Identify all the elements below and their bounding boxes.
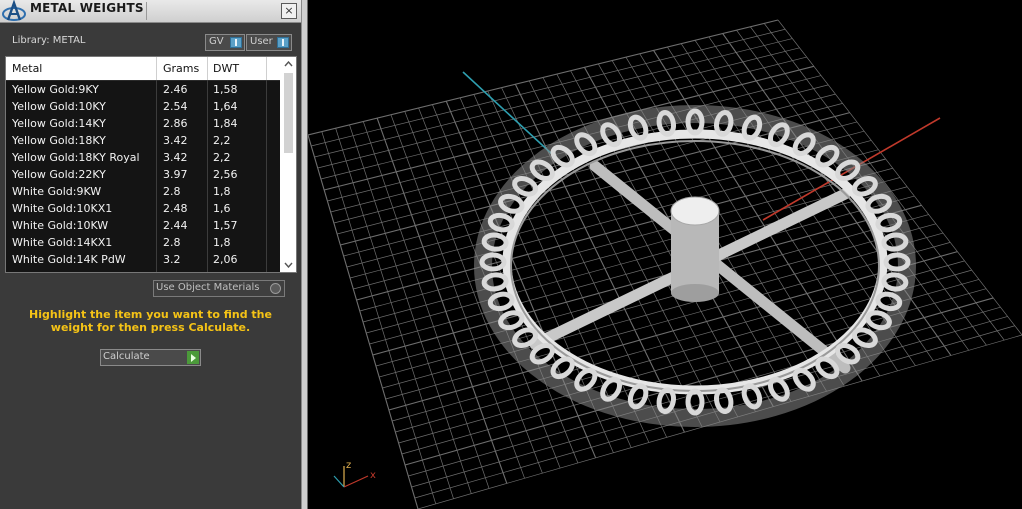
table-row[interactable]: White Gold:14K PdW 3.2 2,06: [6, 251, 280, 269]
cell-dwt: 1,8: [213, 236, 231, 249]
column-header-dwt[interactable]: DWT: [213, 62, 239, 75]
cell-metal: Yellow Gold:9KY: [12, 83, 99, 96]
cell-metal: White Gold:10KX1: [12, 202, 113, 215]
panel-title: METAL WEIGHTS: [30, 1, 144, 15]
center-post-base: [671, 284, 719, 302]
use-object-materials-option[interactable]: Use Object Materials: [153, 280, 285, 297]
column-header-metal[interactable]: Metal: [12, 62, 42, 75]
cell-metal: White Gold:10KW: [12, 219, 109, 232]
viewport-scene: zx: [308, 0, 1022, 509]
table-row[interactable]: White Gold:10KX1 2.48 1,6: [6, 200, 280, 218]
table-row[interactable]: White Gold:14KW 3.40 1,0: [6, 268, 280, 272]
3d-viewport[interactable]: zx: [308, 0, 1022, 509]
panel-titlebar[interactable]: METAL WEIGHTS ×: [0, 0, 301, 23]
cell-dwt: 1,8: [213, 185, 231, 198]
header-divider: [266, 57, 267, 80]
table-row[interactable]: White Gold:14KX1 2.8 1,8: [6, 234, 280, 252]
user-toggle-knob-icon: [277, 37, 289, 48]
table-row[interactable]: Yellow Gold:14KY 2.86 1,84: [6, 115, 280, 133]
cell-metal: White Gold:14KX1: [12, 236, 113, 249]
cell-metal: Yellow Gold:10KY: [12, 100, 106, 113]
calculate-dropdown[interactable]: Calculate: [100, 349, 201, 366]
cell-grams: 2.48: [163, 202, 188, 215]
cell-grams: 3.2: [163, 253, 181, 266]
cell-dwt: 1,0: [213, 270, 231, 272]
column-header-grams[interactable]: Grams: [163, 62, 199, 75]
header-divider: [207, 57, 208, 80]
calculate-label: Calculate: [103, 351, 150, 362]
app-logo-icon: [2, 0, 26, 21]
gv-toggle-knob-icon: [230, 37, 242, 48]
instruction-text: Highlight the item you want to find the …: [29, 308, 272, 334]
cell-dwt: 2,06: [213, 253, 238, 266]
table-row[interactable]: Yellow Gold:9KY 2.46 1,58: [6, 81, 280, 99]
column-divider: [156, 80, 157, 272]
user-toggle[interactable]: User: [246, 34, 292, 51]
cell-grams: 2.46: [163, 83, 188, 96]
cell-metal: White Gold:14KW: [12, 270, 108, 272]
cell-metal: White Gold:14K PdW: [12, 253, 126, 266]
cell-dwt: 1,57: [213, 219, 238, 232]
cell-dwt: 2,2: [213, 134, 231, 147]
cell-dwt: 2,56: [213, 168, 238, 181]
cell-metal: Yellow Gold:18KY Royal: [12, 151, 140, 164]
cell-metal: Yellow Gold:14KY: [12, 117, 106, 130]
metal-table: Metal Grams DWT Yellow Gold:9KY 2.46 1,58 Y…: [5, 56, 297, 273]
metal-weights-panel: METAL WEIGHTS × Library: METAL GV User M…: [0, 0, 301, 509]
gv-toggle[interactable]: GV: [205, 34, 245, 51]
table-row[interactable]: Yellow Gold:22KY 3.97 2,56: [6, 166, 280, 184]
column-divider: [207, 80, 208, 272]
header-divider: [156, 57, 157, 80]
cell-dwt: 1,84: [213, 117, 238, 130]
table-row[interactable]: Yellow Gold:10KY 2.54 1,64: [6, 98, 280, 116]
table-scrollbar[interactable]: [280, 57, 296, 272]
cell-metal: White Gold:9KW: [12, 185, 102, 198]
gv-toggle-label: GV: [209, 36, 224, 47]
panel-splitter[interactable]: [301, 0, 308, 509]
radio-icon: [270, 283, 281, 294]
cell-dwt: 1,64: [213, 100, 238, 113]
library-label: Library: METAL: [12, 35, 86, 46]
cell-metal: Yellow Gold:18KY: [12, 134, 106, 147]
title-separator: [146, 2, 147, 20]
column-divider: [266, 80, 267, 272]
cell-metal: Yellow Gold:22KY: [12, 168, 106, 181]
scroll-down-icon[interactable]: [284, 262, 293, 268]
cell-grams: 3.42: [163, 151, 188, 164]
cell-grams: 2.86: [163, 117, 188, 130]
table-row[interactable]: Yellow Gold:18KY 3.42 2,2: [6, 132, 280, 150]
close-button[interactable]: ×: [281, 3, 297, 19]
cell-dwt: 2,2: [213, 151, 231, 164]
table-row[interactable]: White Gold:9KW 2.8 1,8: [6, 183, 280, 201]
triad-x-label: x: [370, 470, 376, 481]
scrollbar-thumb[interactable]: [284, 73, 293, 153]
table-row[interactable]: White Gold:10KW 2.44 1,57: [6, 217, 280, 235]
cell-grams: 3.40: [163, 270, 188, 272]
cell-grams: 2.8: [163, 236, 181, 249]
play-arrow-icon[interactable]: [187, 351, 199, 364]
use-object-materials-label: Use Object Materials: [156, 282, 260, 293]
scroll-up-icon[interactable]: [284, 61, 293, 67]
triad-z-label: z: [346, 460, 351, 471]
cell-grams: 3.97: [163, 168, 188, 181]
cell-grams: 2.8: [163, 185, 181, 198]
cell-grams: 2.44: [163, 219, 188, 232]
user-toggle-label: User: [250, 36, 273, 47]
cell-grams: 3.42: [163, 134, 188, 147]
table-header: Metal Grams DWT: [6, 57, 280, 80]
table-row[interactable]: Yellow Gold:18KY Royal 3.42 2,2: [6, 149, 280, 167]
cell-dwt: 1,6: [213, 202, 231, 215]
center-post-top: [670, 196, 720, 226]
cell-dwt: 1,58: [213, 83, 238, 96]
cell-grams: 2.54: [163, 100, 188, 113]
